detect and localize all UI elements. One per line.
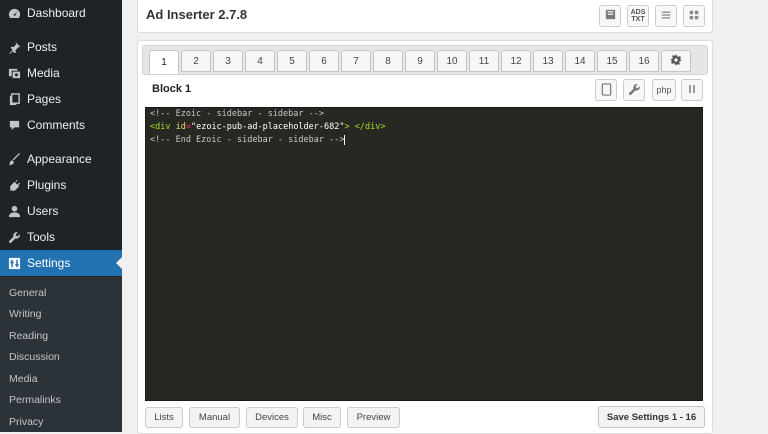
tablet-icon bbox=[601, 82, 612, 98]
grid-view-button[interactable] bbox=[683, 5, 705, 27]
tab-10[interactable]: 10 bbox=[437, 50, 467, 72]
code-line: <!-- Ezoic - sidebar - sidebar --> bbox=[150, 109, 324, 119]
wrench-icon bbox=[628, 83, 641, 98]
block-tabs: 1 2 3 4 5 6 7 8 9 10 11 12 13 14 15 16 bbox=[142, 45, 708, 75]
sidebar-item-label: Appearance bbox=[27, 152, 92, 166]
pause-icon bbox=[687, 84, 697, 96]
devices-button[interactable]: Devices bbox=[246, 407, 298, 428]
submenu-item-discussion[interactable]: Discussion bbox=[9, 351, 60, 363]
plugin-header: Ad Inserter 2.7.8 ADS TXT bbox=[137, 0, 713, 33]
tab-4[interactable]: 4 bbox=[245, 50, 275, 72]
wrench-icon bbox=[7, 230, 21, 244]
tab-13[interactable]: 13 bbox=[533, 50, 563, 72]
ads-txt-button[interactable]: ADS TXT bbox=[627, 5, 649, 27]
submenu-item-media[interactable]: Media bbox=[9, 373, 38, 385]
sidebar-item-plugins[interactable]: Plugins bbox=[0, 172, 122, 198]
tab-14[interactable]: 14 bbox=[565, 50, 595, 72]
sidebar-item-pages[interactable]: Pages bbox=[0, 86, 122, 112]
sidebar-item-label: Users bbox=[27, 204, 59, 218]
book-icon bbox=[604, 8, 617, 24]
php-button[interactable]: php bbox=[652, 79, 676, 101]
sidebar-item-label: Posts bbox=[27, 40, 58, 54]
manual-button[interactable]: Manual bbox=[189, 407, 240, 428]
brush-icon bbox=[7, 152, 21, 166]
pushpin-icon bbox=[7, 40, 21, 54]
page-title: Ad Inserter 2.7.8 bbox=[146, 7, 248, 22]
tab-5[interactable]: 5 bbox=[277, 50, 307, 72]
tab-7[interactable]: 7 bbox=[341, 50, 371, 72]
tab-settings[interactable] bbox=[661, 50, 691, 72]
submenu-item-permalinks[interactable]: Permalinks bbox=[9, 394, 61, 406]
code-line: <div id="ezoic-pub-ad-placeholder-682"> … bbox=[150, 122, 386, 132]
sidebar-item-posts[interactable]: Posts bbox=[0, 34, 122, 60]
tab-2[interactable]: 2 bbox=[181, 50, 211, 72]
book-button[interactable] bbox=[599, 5, 621, 27]
tab-15[interactable]: 15 bbox=[597, 50, 627, 72]
pages-icon bbox=[7, 92, 21, 106]
lists-button[interactable]: Lists bbox=[145, 407, 183, 428]
tab-8[interactable]: 8 bbox=[373, 50, 403, 72]
sidebar-item-label: Settings bbox=[27, 256, 71, 270]
sidebar-item-label: Media bbox=[27, 66, 60, 80]
tab-16[interactable]: 16 bbox=[629, 50, 659, 72]
sidebar-item-comments[interactable]: Comments bbox=[0, 112, 122, 138]
sidebar-item-users[interactable]: Users bbox=[0, 198, 122, 224]
tab-12[interactable]: 12 bbox=[501, 50, 531, 72]
text-cursor bbox=[344, 134, 346, 145]
preview-button[interactable]: Preview bbox=[347, 407, 400, 428]
misc-button[interactable]: Misc bbox=[303, 407, 341, 428]
sidebar-item-dashboard[interactable]: Dashboard bbox=[0, 0, 122, 26]
block-title: Block 1 bbox=[152, 83, 192, 95]
tab-9[interactable]: 9 bbox=[405, 50, 435, 72]
device-button[interactable] bbox=[595, 79, 617, 101]
sidebar-item-label: Tools bbox=[27, 230, 56, 244]
sidebar-item-label: Dashboard bbox=[27, 6, 86, 20]
list-view-button[interactable] bbox=[655, 5, 677, 27]
code-line: <!-- End Ezoic - sidebar - sidebar --> bbox=[150, 134, 346, 145]
tab-3[interactable]: 3 bbox=[213, 50, 243, 72]
media-icon bbox=[7, 66, 21, 80]
gear-icon bbox=[670, 54, 682, 69]
tab-6[interactable]: 6 bbox=[309, 50, 339, 72]
submenu-item-reading[interactable]: Reading bbox=[9, 330, 48, 342]
submenu-item-privacy[interactable]: Privacy bbox=[9, 416, 43, 428]
block-settings-panel: 1 2 3 4 5 6 7 8 9 10 11 12 13 14 15 16 B… bbox=[137, 40, 713, 434]
save-settings-button[interactable]: Save Settings 1 - 16 bbox=[598, 406, 705, 428]
sidebar-item-settings[interactable]: Settings bbox=[0, 250, 122, 276]
tab-1[interactable]: 1 bbox=[149, 50, 179, 74]
tools-button[interactable] bbox=[623, 79, 645, 101]
settings-submenu: General Writing Reading Discussion Media… bbox=[0, 277, 122, 432]
sidebar-item-appearance[interactable]: Appearance bbox=[0, 146, 122, 172]
user-icon bbox=[7, 204, 21, 218]
pause-button[interactable] bbox=[681, 79, 703, 101]
settings-icon bbox=[7, 256, 21, 270]
tab-11[interactable]: 11 bbox=[469, 50, 499, 72]
submenu-item-general[interactable]: General bbox=[9, 287, 46, 299]
comment-icon bbox=[7, 118, 21, 132]
grid-icon bbox=[688, 9, 700, 24]
list-icon bbox=[660, 9, 672, 24]
plug-icon bbox=[7, 178, 21, 192]
submenu-item-writing[interactable]: Writing bbox=[9, 308, 41, 320]
sidebar-item-tools[interactable]: Tools bbox=[0, 224, 122, 250]
sidebar-item-label: Comments bbox=[27, 118, 86, 132]
dashboard-icon bbox=[7, 6, 21, 20]
admin-sidebar: Dashboard Posts Media Pages Comments App… bbox=[0, 0, 122, 432]
sidebar-item-label: Plugins bbox=[27, 178, 67, 192]
sidebar-item-label: Pages bbox=[27, 92, 62, 106]
code-editor[interactable]: <!-- Ezoic - sidebar - sidebar --> <div … bbox=[145, 107, 703, 401]
sidebar-item-media[interactable]: Media bbox=[0, 60, 122, 86]
